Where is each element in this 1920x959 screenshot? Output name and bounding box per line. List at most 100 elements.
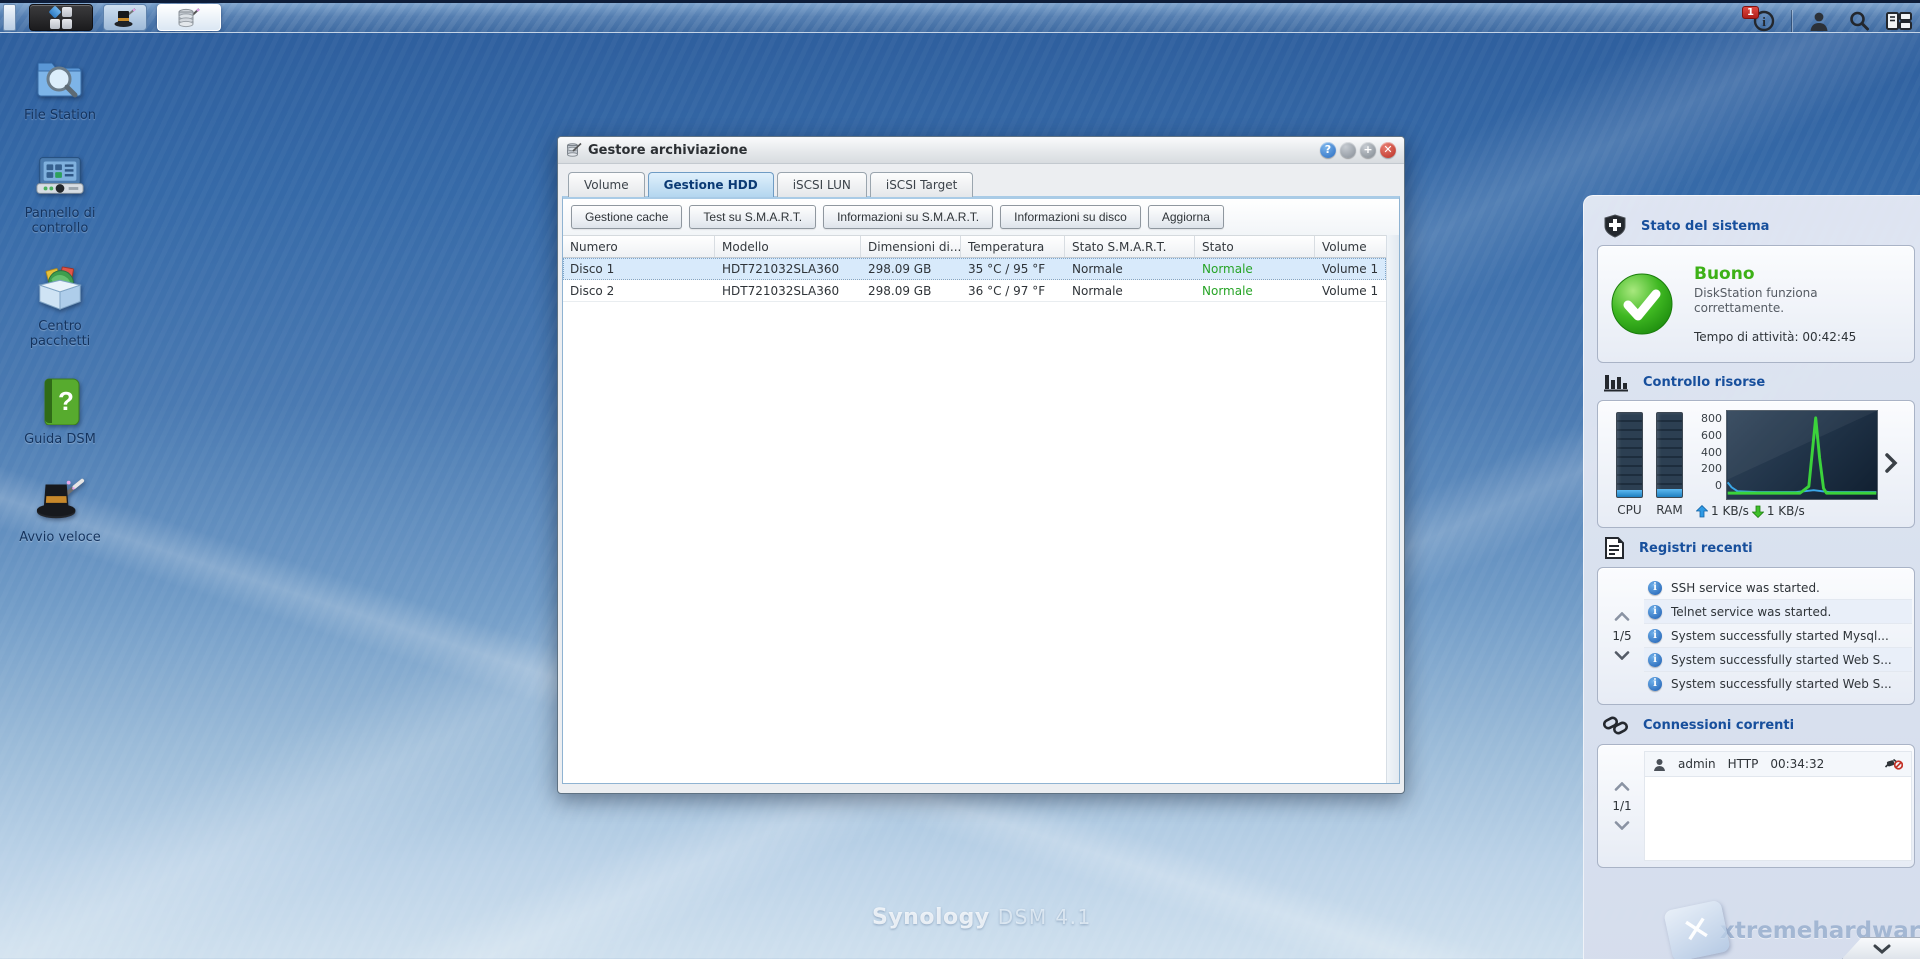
- main-menu-icon: [50, 7, 72, 29]
- log-entry[interactable]: iSystem successfully started Mysql...: [1644, 624, 1912, 648]
- desktop-icon-label: Guida DSM: [24, 432, 96, 447]
- connection-protocol: HTTP: [1728, 757, 1759, 771]
- column-header-dimensioni[interactable]: Dimensioni di...: [861, 236, 961, 257]
- window-minimize-button[interactable]: [1340, 142, 1356, 158]
- cpu-label: CPU: [1617, 503, 1641, 517]
- window-titlebar[interactable]: Gestore archiviazione ? + ✕: [558, 137, 1404, 164]
- widget-title: Stato del sistema: [1641, 219, 1769, 234]
- magic-hat-icon: [113, 7, 137, 29]
- logs-pager: 1/5: [1612, 629, 1631, 643]
- network-chart: [1726, 410, 1878, 500]
- taskbar-separator: [1791, 10, 1792, 32]
- log-entry[interactable]: iSSH service was started.: [1644, 576, 1912, 600]
- table-row-disco-1[interactable]: Disco 1 HDT721032SLA360 298.09 GB 35 °C …: [563, 258, 1386, 280]
- taskbar-app-storage-manager[interactable]: [157, 4, 221, 31]
- refresh-button[interactable]: Aggiorna: [1148, 205, 1224, 229]
- system-status-description: DiskStation funziona correttamente.: [1694, 286, 1844, 316]
- column-header-modello[interactable]: Modello: [715, 236, 861, 257]
- main-menu-button[interactable]: [29, 4, 93, 31]
- control-panel-icon: [34, 151, 86, 199]
- network-legend: 1 KB/s 1 KB/s: [1696, 504, 1878, 518]
- shield-icon: [1603, 214, 1627, 238]
- synology-logo: Synology: [872, 905, 990, 930]
- column-header-smart[interactable]: Stato S.M.A.R.T.: [1065, 236, 1195, 257]
- desktop-icon-quick-start[interactable]: Avvio veloce: [14, 474, 106, 545]
- window-help-button[interactable]: ?: [1320, 142, 1336, 158]
- disconnect-icon[interactable]: [1885, 756, 1903, 773]
- desktop-icon-dsm-help[interactable]: ? Guida DSM: [14, 376, 106, 447]
- dsm-branding: Synology DSM 4.1: [872, 905, 1092, 930]
- taskbar-app-quick-start[interactable]: [103, 4, 147, 31]
- window-maximize-button[interactable]: +: [1360, 142, 1376, 158]
- page-up-icon[interactable]: [1614, 782, 1630, 791]
- pilot-view-button[interactable]: [1886, 9, 1912, 33]
- column-header-numero[interactable]: Numero: [563, 236, 715, 257]
- window-close-button[interactable]: ✕: [1380, 142, 1396, 158]
- page-down-icon[interactable]: [1614, 651, 1630, 660]
- desktop-icon-package-center[interactable]: Centro pacchetti: [14, 263, 106, 349]
- network-chart-yticks: 800 600 400 200 0: [1696, 412, 1722, 492]
- tab-iscsi-target[interactable]: iSCSI Target: [870, 172, 973, 197]
- svg-text:?: ?: [58, 386, 74, 416]
- storage-manager-window: Gestore archiviazione ? + ✕ Volume Gesti…: [557, 136, 1405, 794]
- uptime-label: Tempo di attività: 00:42:45: [1694, 330, 1856, 344]
- search-icon: [1848, 10, 1870, 32]
- tab-bar: Volume Gestione HDD iSCSI LUN iSCSI Targ…: [562, 164, 1400, 196]
- cpu-gauge: CPU: [1616, 412, 1643, 517]
- disk-info-button[interactable]: Informazioni su disco: [1000, 205, 1141, 229]
- table-scrollbar[interactable]: [1386, 235, 1399, 783]
- tab-volume[interactable]: Volume: [568, 172, 645, 197]
- widget-title: Registri recenti: [1639, 541, 1753, 556]
- column-header-stato[interactable]: Stato: [1195, 236, 1315, 257]
- dsm-help-icon: ?: [37, 377, 83, 425]
- log-entry[interactable]: iSystem successfully started Web S...: [1644, 672, 1912, 696]
- table-row-disco-2[interactable]: Disco 2 HDT721032SLA360 298.09 GB 36 °C …: [563, 280, 1386, 302]
- file-station-icon: [34, 53, 86, 101]
- search-button[interactable]: [1846, 9, 1872, 33]
- pilot-view-icon: [1886, 10, 1912, 32]
- chevron-down-icon: [1873, 944, 1891, 954]
- show-desktop-button[interactable]: [3, 4, 16, 31]
- page-down-icon[interactable]: [1614, 821, 1630, 830]
- info-icon: i: [1648, 629, 1662, 643]
- column-header-temperatura[interactable]: Temperatura: [961, 236, 1065, 257]
- recent-logs-widget: 1/5 iSSH service was started. iTelnet se…: [1597, 567, 1915, 705]
- page-up-icon[interactable]: [1614, 612, 1630, 621]
- resource-monitor-next-button[interactable]: [1884, 453, 1898, 476]
- info-icon: i: [1648, 653, 1662, 667]
- user-icon: [1653, 758, 1666, 771]
- desktop-icon-file-station[interactable]: File Station: [14, 52, 106, 123]
- status-ok-icon: [1610, 272, 1674, 336]
- log-entry[interactable]: iTelnet service was started.: [1644, 600, 1912, 624]
- window-title-icon: [566, 142, 582, 158]
- desktop-icon-label: Avvio veloce: [19, 530, 101, 545]
- dsm-version: DSM 4.1: [998, 905, 1092, 929]
- upload-arrow-icon: [1696, 505, 1708, 518]
- widget-title: Connessioni correnti: [1643, 718, 1794, 733]
- desktop-icon-control-panel[interactable]: Pannello di controllo: [14, 150, 106, 236]
- tab-gestione-hdd[interactable]: Gestione HDD: [648, 172, 774, 197]
- connection-row[interactable]: admin HTTP 00:34:32: [1645, 752, 1911, 777]
- system-status-widget: Buono DiskStation funziona correttamente…: [1597, 245, 1915, 363]
- disk-table: Numero Modello Dimensioni di... Temperat…: [563, 235, 1386, 783]
- cache-management-button[interactable]: Gestione cache: [571, 205, 682, 229]
- link-icon: [1603, 713, 1629, 737]
- ram-label: RAM: [1656, 503, 1682, 517]
- hdd-panel: Gestione cache Test su S.M.A.R.T. Inform…: [562, 196, 1400, 784]
- smart-test-button[interactable]: Test su S.M.A.R.T.: [689, 205, 816, 229]
- system-status-value: Buono: [1694, 264, 1856, 284]
- smart-info-button[interactable]: Informazioni su S.M.A.R.T.: [823, 205, 993, 229]
- tab-iscsi-lun[interactable]: iSCSI LUN: [777, 172, 867, 197]
- magic-hat-icon: [34, 474, 86, 524]
- status-normal: Normale: [1195, 258, 1315, 279]
- log-entry[interactable]: iSystem successfully started Web S...: [1644, 648, 1912, 672]
- info-icon: i: [1648, 677, 1662, 691]
- upload-rate: 1 KB/s: [1711, 504, 1749, 518]
- notifications-button[interactable]: i 1: [1751, 9, 1777, 33]
- connection-time: 00:34:32: [1770, 757, 1824, 771]
- user-menu-button[interactable]: [1806, 9, 1832, 33]
- chevron-right-icon: [1884, 453, 1898, 473]
- connection-user: admin: [1678, 757, 1716, 771]
- status-normal: Normale: [1195, 280, 1315, 301]
- column-header-volume[interactable]: Volume: [1315, 236, 1386, 257]
